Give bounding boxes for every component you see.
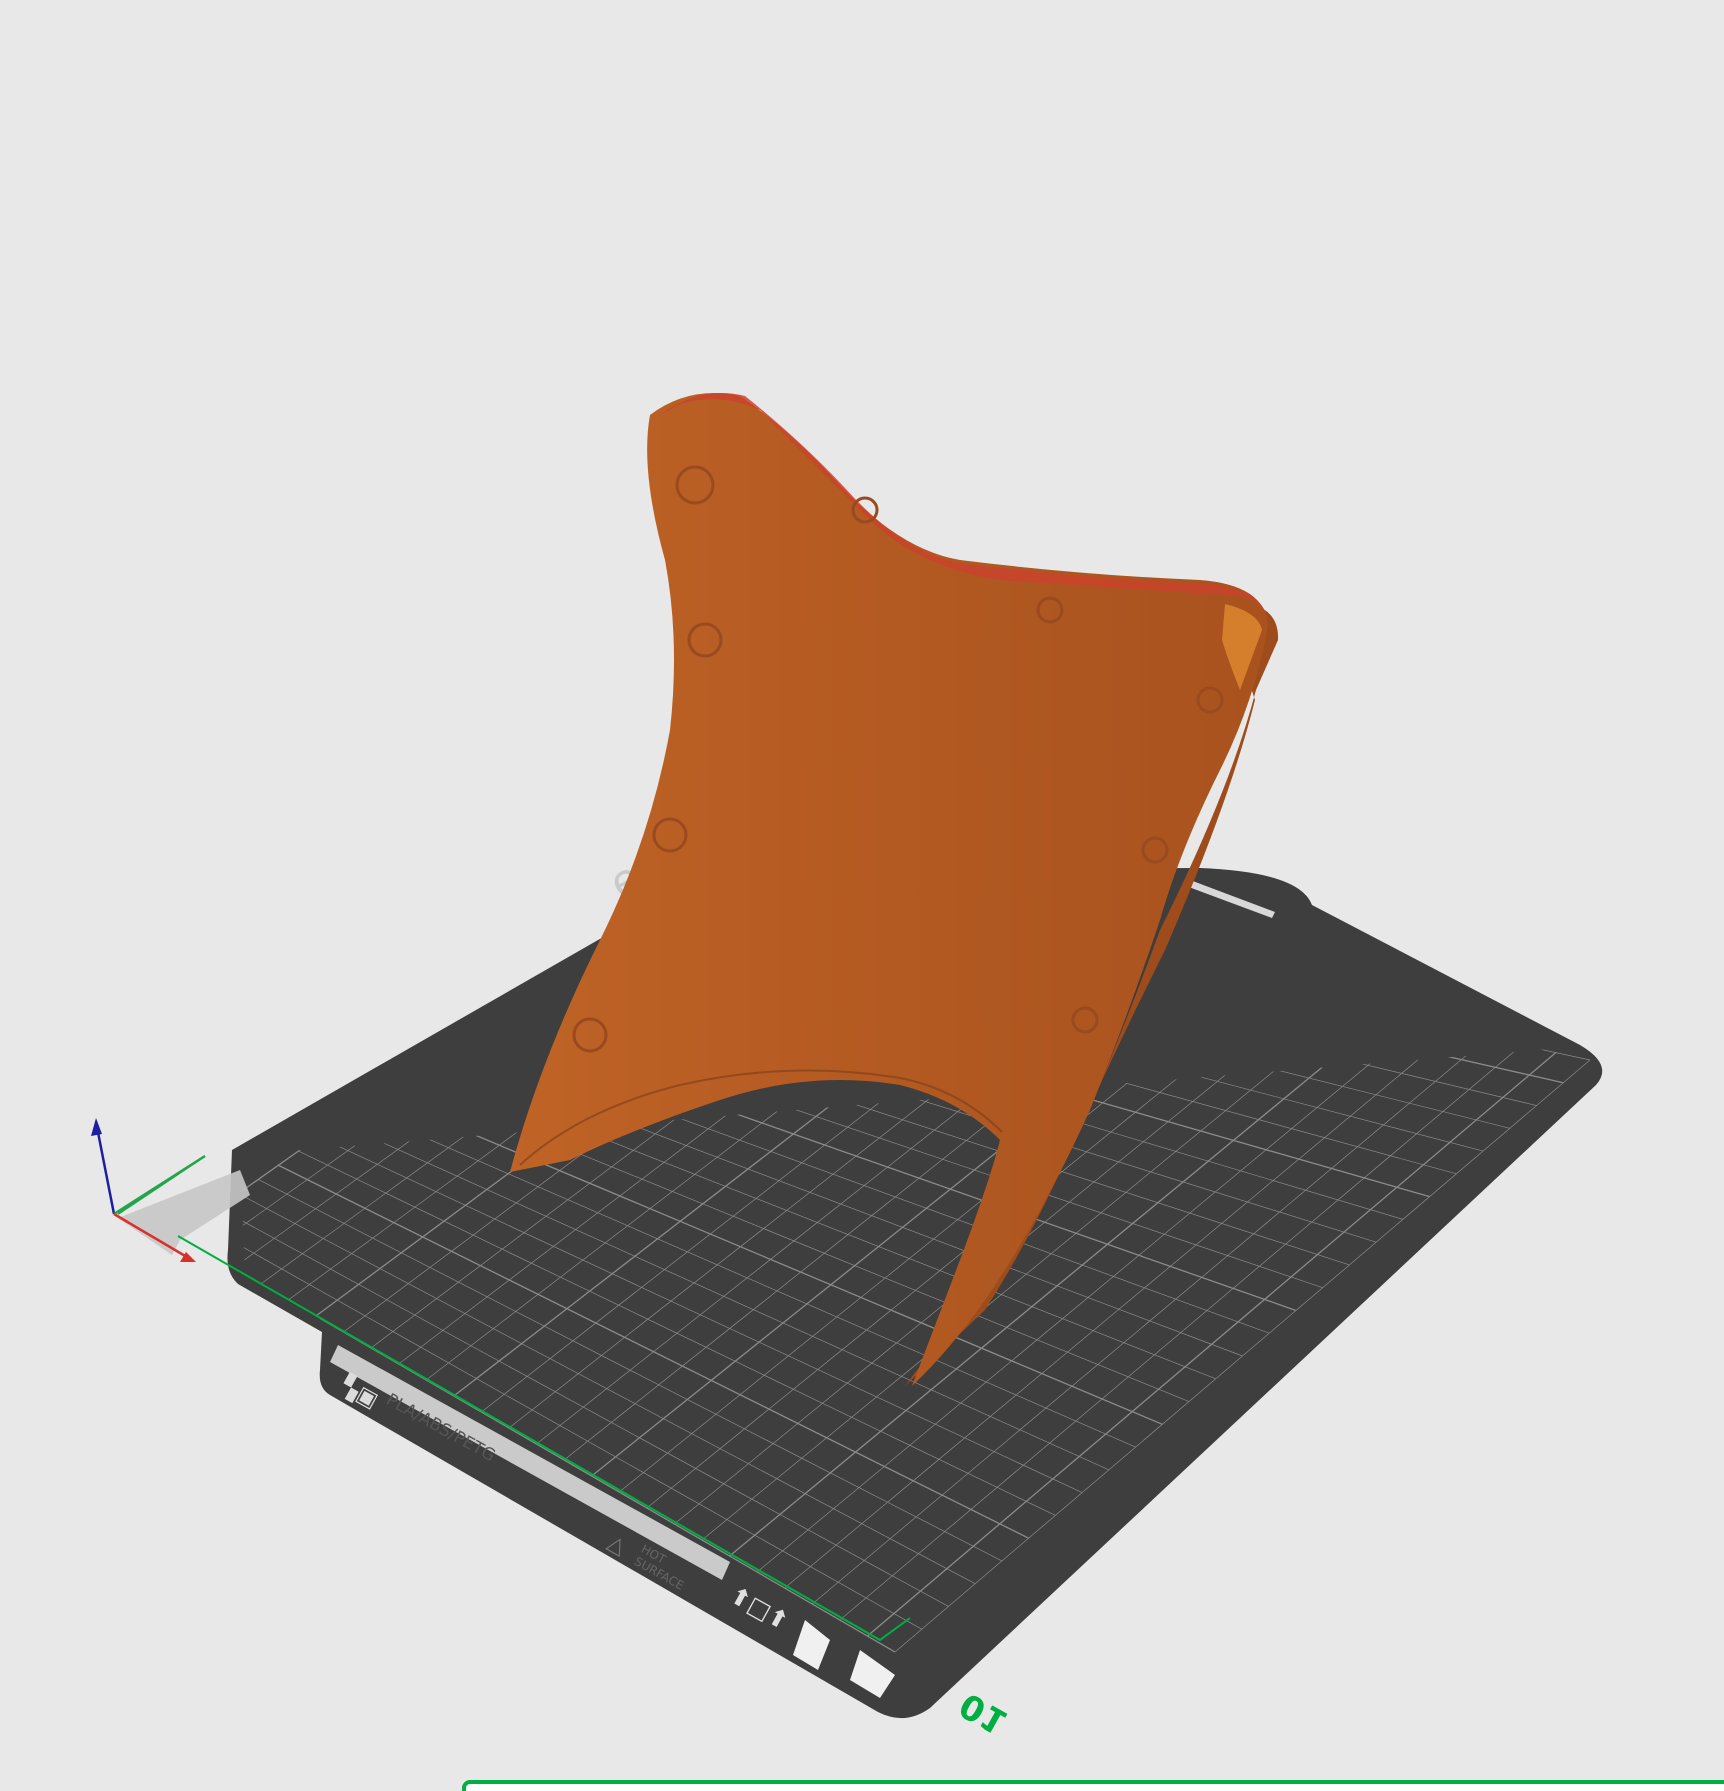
z-axis-arrow (91, 1118, 102, 1136)
axis-gizmo (91, 1118, 206, 1262)
bottom-toolbar-edge[interactable] (462, 1780, 1724, 1791)
z-axis (94, 1121, 116, 1215)
3d-viewport[interactable]: PLA/ABS/PETG △ HOT SURFACE ed PEI Plate … (0, 0, 1724, 1791)
scene-canvas[interactable]: PLA/ABS/PETG △ HOT SURFACE ed PEI Plate … (0, 0, 1724, 1791)
plate-number: 01 (953, 1684, 1014, 1742)
